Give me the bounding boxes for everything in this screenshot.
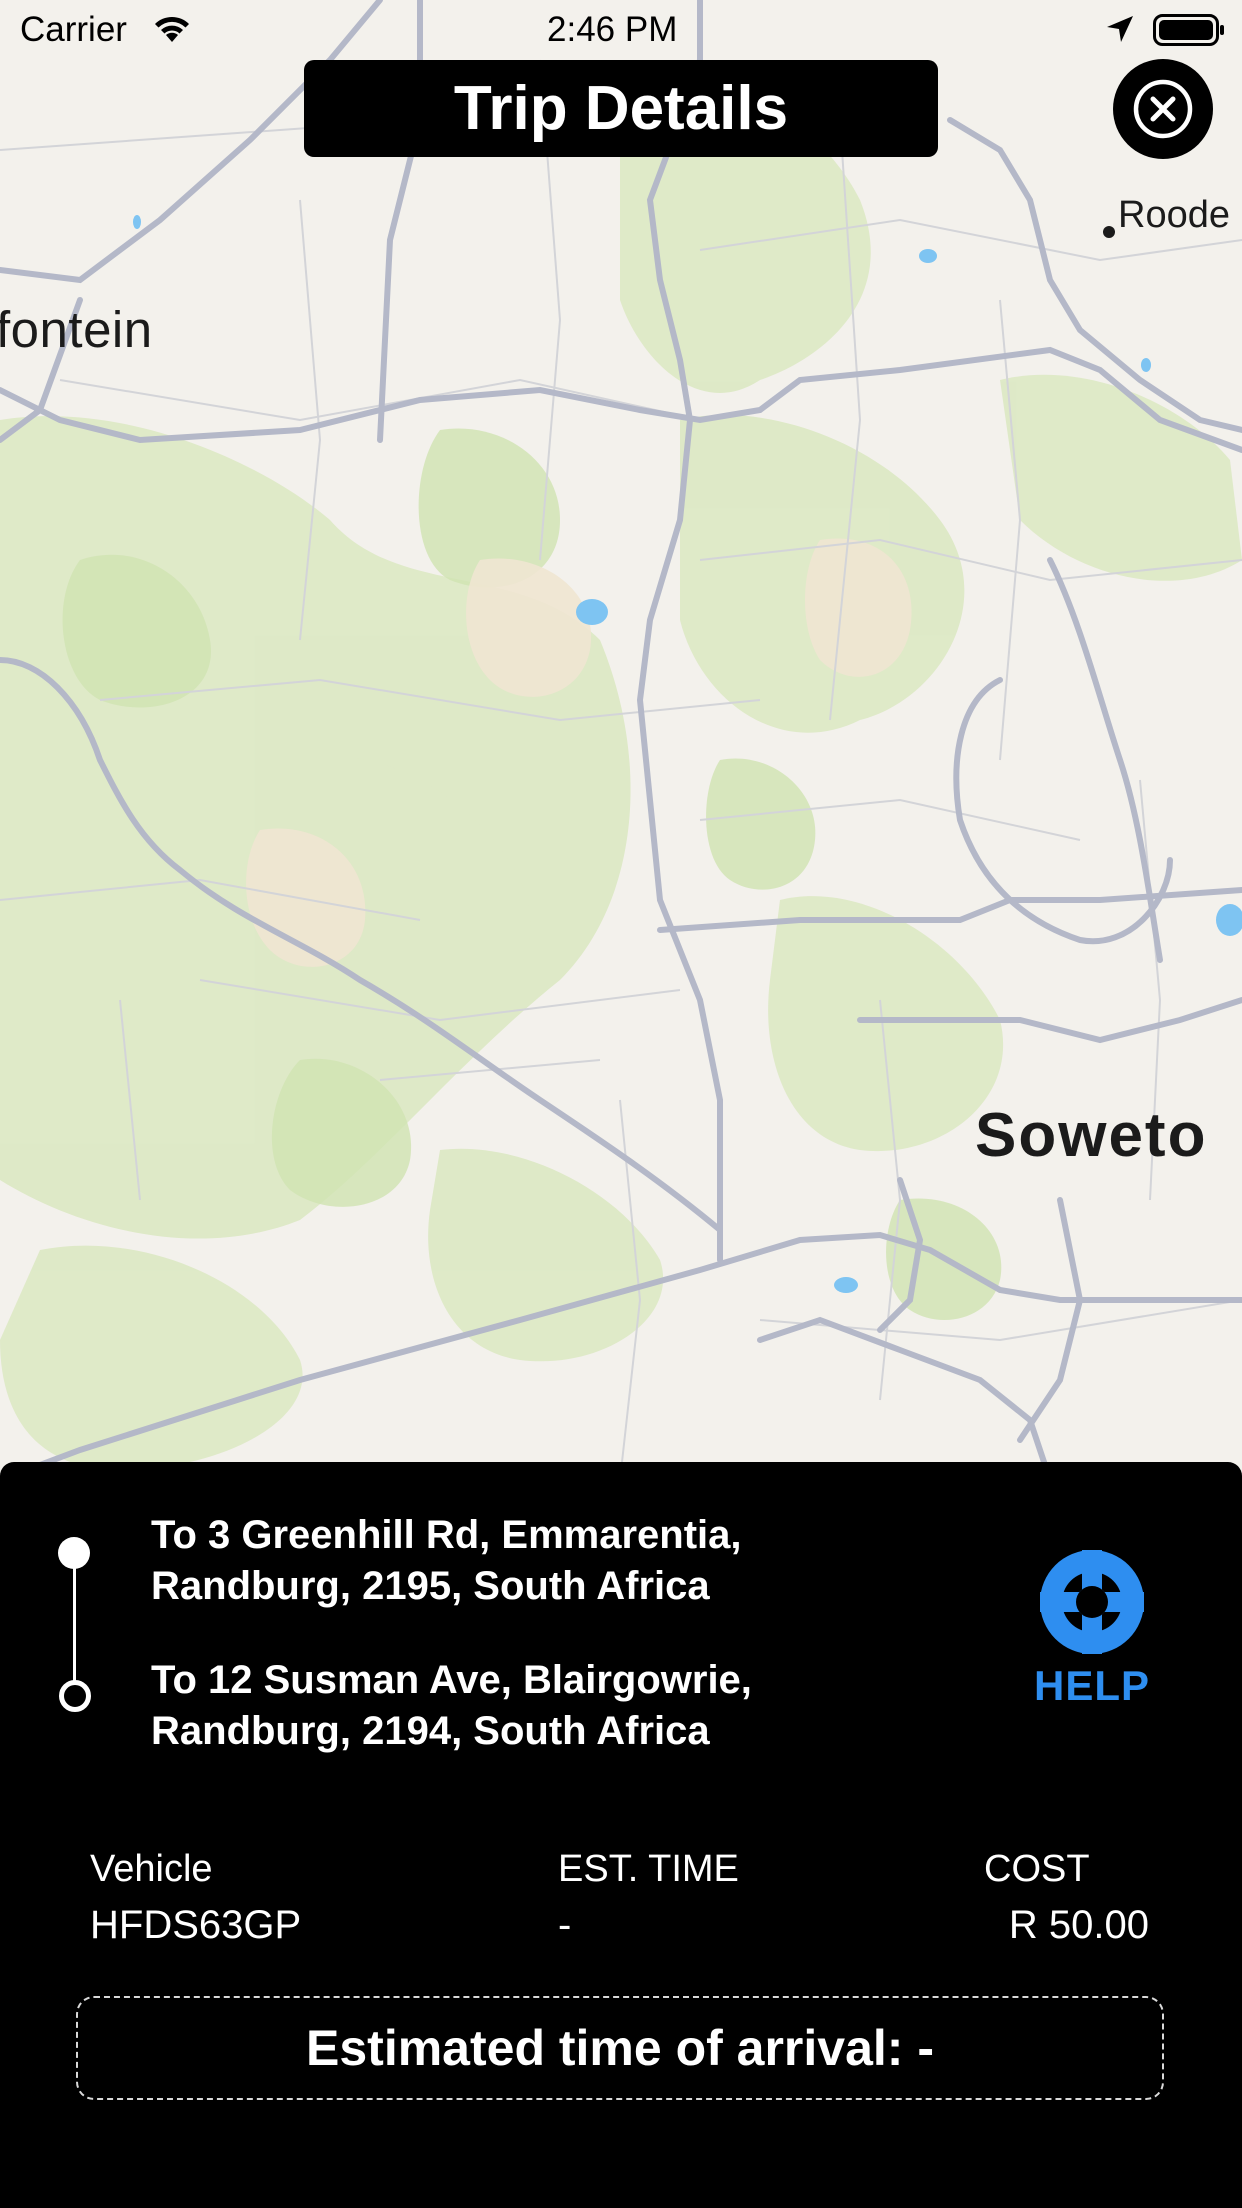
dropoff-address-line2: Randburg, 2194, South Africa bbox=[151, 1709, 710, 1753]
map-label-fontein: fontein bbox=[0, 301, 153, 358]
lifebuoy-icon bbox=[1040, 1550, 1144, 1654]
eta-banner: Estimated time of arrival: - bbox=[76, 1996, 1164, 2100]
status-bar: Carrier 2:46 PM bbox=[0, 0, 1242, 62]
cost-value: R 50.00 bbox=[1008, 1903, 1149, 1947]
map-label-soweto: Soweto bbox=[975, 1101, 1208, 1170]
location-arrow-icon bbox=[1105, 14, 1135, 49]
carrier-label: Carrier bbox=[20, 10, 127, 49]
dropoff-address-line1: To 12 Susman Ave, Blairgowrie, bbox=[151, 1658, 752, 1702]
dropoff-address: To 12 Susman Ave, Blairgowrie, Randburg,… bbox=[151, 1655, 871, 1757]
route-connector-line bbox=[73, 1552, 76, 1694]
page-title: Trip Details bbox=[304, 60, 938, 157]
close-circle-icon bbox=[1133, 79, 1193, 139]
cost-label: COST bbox=[984, 1848, 1090, 1890]
pickup-address: To 3 Greenhill Rd, Emmarentia, Randburg,… bbox=[151, 1510, 871, 1612]
wifi-icon bbox=[150, 12, 194, 49]
map-label-roode: Roode bbox=[1118, 194, 1230, 236]
vehicle-value: HFDS63GP bbox=[90, 1903, 302, 1947]
pickup-address-line1: To 3 Greenhill Rd, Emmarentia, bbox=[151, 1513, 742, 1557]
map-view[interactable]: fontein Roode Soweto bbox=[0, 0, 1242, 1480]
est-time-label: EST. TIME bbox=[558, 1848, 739, 1890]
pickup-address-line2: Randburg, 2195, South Africa bbox=[151, 1564, 710, 1608]
dropoff-dot-icon bbox=[59, 1680, 91, 1712]
battery-icon bbox=[1153, 14, 1225, 51]
est-time-value: - bbox=[558, 1903, 572, 1947]
trip-details-screen: fontein Roode Soweto Carrier 2:46 PM Tri… bbox=[0, 0, 1242, 2208]
help-button[interactable]: HELP bbox=[1030, 1548, 1154, 1718]
vehicle-label: Vehicle bbox=[90, 1848, 213, 1890]
close-button[interactable] bbox=[1113, 59, 1213, 159]
map-canvas bbox=[0, 0, 1242, 1480]
map-place-dot bbox=[1103, 226, 1115, 238]
status-time: 2:46 PM bbox=[547, 10, 678, 49]
help-label: HELP bbox=[1033, 1662, 1150, 1709]
pickup-dot-icon bbox=[58, 1537, 90, 1569]
